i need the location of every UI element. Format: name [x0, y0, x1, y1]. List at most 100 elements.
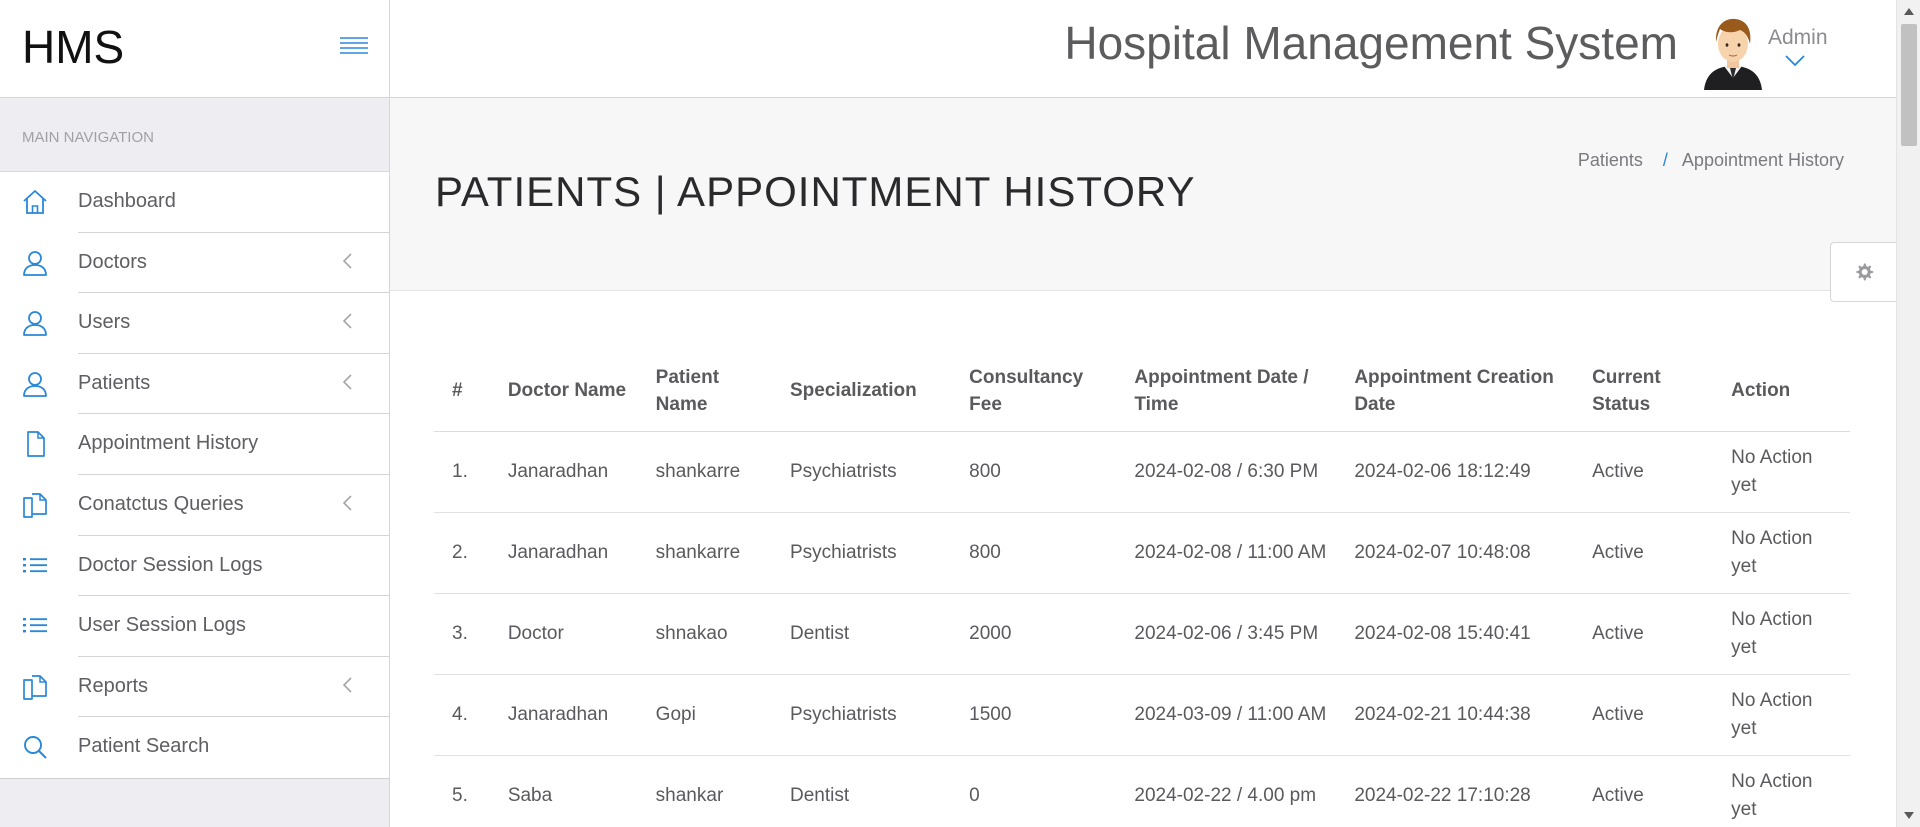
cell-action: No Action yet — [1719, 593, 1850, 675]
cell-row-number: 4. — [434, 674, 496, 756]
sidebar-item-doctors[interactable]: Doctors — [0, 233, 389, 294]
cell-doctor-name: Janaradhan — [495, 512, 644, 594]
table-row: 5. Saba shankar Dentist 0 2024-02-22 / 4.00 p… — [434, 755, 1850, 827]
user-icon — [20, 369, 50, 399]
table-body: 1. Janaradhan shankarre Psychiatrists 800 202… — [434, 431, 1850, 827]
avatar[interactable] — [1700, 14, 1766, 90]
sidebar-item-label: Appointment History — [78, 432, 259, 455]
table-row: 3. Doctor shnakao Dentist 2000 2024-02-06 / 3… — [434, 593, 1850, 675]
sidebar-item-doctor-session-logs[interactable]: Doctor Session Logs — [0, 536, 389, 597]
chevron-left-icon[interactable] — [340, 310, 354, 332]
sidebar-item-label: Dashboard — [78, 190, 176, 212]
sidebar-item-appointment-history[interactable]: Appointment History — [0, 414, 389, 475]
files-icon — [20, 672, 50, 702]
cell-action: No Action yet — [1719, 755, 1850, 827]
sidebar-item-user-session-logs[interactable]: User Session Logs — [0, 596, 389, 657]
files-icon — [20, 490, 50, 520]
list-icon — [20, 611, 50, 641]
user-name[interactable]: Admin — [1768, 26, 1828, 50]
cell-specialization: Psychiatrists — [778, 512, 958, 594]
cell-appointment-creation-date: 2024-02-21 10:44:38 — [1342, 674, 1581, 756]
breadcrumb-patients-link[interactable]: Patients — [1578, 150, 1643, 170]
user-icon — [20, 308, 50, 338]
column-header-doctor-name: Doctor Name — [495, 347, 644, 432]
cell-appointment-date-time: 2024-02-08 / 11:00 AM — [1122, 512, 1343, 594]
cell-action: No Action yet — [1719, 431, 1850, 513]
chevron-left-icon[interactable] — [340, 674, 354, 696]
page-title: PATIENTS | APPOINTMENT HISTORY — [435, 168, 1196, 215]
column-header-current-status: Current Status — [1580, 347, 1720, 432]
cell-consultancy-fee: 800 — [957, 431, 1123, 513]
brand-logo[interactable]: HMS — [22, 20, 124, 74]
cell-action: No Action yet — [1719, 674, 1850, 756]
sidebar: HMS MAIN NAVIGATION Dashboard Doctors User… — [0, 0, 390, 827]
sidebar-item-label: User Session Logs — [78, 614, 246, 637]
scroll-up-arrow-icon[interactable] — [1904, 8, 1914, 15]
table-row: 4. Janaradhan Gopi Psychiatrists 1500 2024-03… — [434, 674, 1850, 756]
column-header-row-number: # — [434, 347, 496, 432]
vertical-scrollbar[interactable] — [1896, 0, 1920, 827]
column-header-appointment-date-time: Appointment Date / Time — [1122, 347, 1343, 432]
cell-row-number: 1. — [434, 431, 496, 513]
cell-appointment-date-time: 2024-03-09 / 11:00 AM — [1122, 674, 1343, 756]
table-row: 1. Janaradhan shankarre Psychiatrists 800 202… — [434, 431, 1850, 513]
cell-current-status: Active — [1580, 431, 1720, 513]
nav-caption: MAIN NAVIGATION — [0, 98, 389, 172]
breadcrumb-current: Appointment History — [1681, 150, 1844, 170]
column-header-appointment-creation-date: Appointment Creation Date — [1342, 347, 1581, 432]
cell-consultancy-fee: 0 — [957, 755, 1123, 827]
chevron-left-icon[interactable] — [340, 492, 354, 514]
cell-row-number: 5. — [434, 755, 496, 827]
breadcrumb-separator: / — [1662, 150, 1668, 170]
column-header-specialization: Specialization — [778, 347, 958, 432]
sidebar-item-label: Users — [78, 311, 131, 334]
cell-current-status: Active — [1580, 512, 1720, 594]
sidebar-item-label: Conatctus Queries — [78, 492, 244, 515]
cell-doctor-name: Janaradhan — [495, 431, 644, 513]
sidebar-item-reports[interactable]: Reports — [0, 657, 389, 718]
sidebar-item-label: Patient Search — [78, 735, 210, 758]
brand-bar: HMS — [0, 0, 389, 98]
cell-current-status: Active — [1580, 674, 1720, 756]
search-icon — [20, 732, 50, 762]
main-navigation: Dashboard Doctors Users Patients Appointment… — [0, 172, 389, 779]
cell-appointment-date-time: 2024-02-06 / 3:45 PM — [1122, 593, 1343, 675]
gear-icon — [1856, 263, 1874, 281]
cell-appointment-date-time: 2024-02-08 / 6:30 PM — [1122, 431, 1343, 513]
sidebar-item-patients[interactable]: Patients — [0, 354, 389, 415]
cell-row-number: 2. — [434, 512, 496, 594]
sidebar-item-label: Doctors — [78, 250, 147, 273]
scroll-down-arrow-icon[interactable] — [1904, 812, 1914, 819]
user-icon — [20, 248, 50, 278]
chevron-left-icon[interactable] — [340, 371, 354, 393]
cell-specialization: Dentist — [778, 755, 958, 827]
cell-current-status: Active — [1580, 593, 1720, 675]
scrollbar-thumb[interactable] — [1901, 24, 1917, 146]
cell-consultancy-fee: 2000 — [957, 593, 1123, 675]
settings-button[interactable] — [1830, 242, 1896, 302]
cell-doctor-name: Janaradhan — [495, 674, 644, 756]
table-row: 2. Janaradhan shankarre Psychiatrists 800 202… — [434, 512, 1850, 594]
sidebar-item-patient-search[interactable]: Patient Search — [0, 717, 389, 778]
cell-appointment-date-time: 2024-02-22 / 4.00 pm — [1122, 755, 1343, 827]
appointment-history-table-container: # Doctor Name Patient Name Specialization Co… — [434, 347, 1850, 827]
sidebar-item-conatctus-queries[interactable]: Conatctus Queries — [0, 475, 389, 536]
cell-consultancy-fee: 1500 — [957, 674, 1123, 756]
cell-specialization: Dentist — [778, 593, 958, 675]
cell-specialization: Psychiatrists — [778, 431, 958, 513]
sidebar-item-users[interactable]: Users — [0, 293, 389, 354]
file-icon — [20, 429, 50, 459]
cell-action: No Action yet — [1719, 512, 1850, 594]
cell-row-number: 3. — [434, 593, 496, 675]
cell-doctor-name: Saba — [495, 755, 644, 827]
cell-patient-name: shankarre — [643, 431, 778, 513]
chevron-left-icon[interactable] — [340, 250, 354, 272]
column-header-consultancy-fee: Consultancy Fee — [957, 347, 1123, 432]
hamburger-menu-icon[interactable] — [336, 32, 372, 60]
cell-specialization: Psychiatrists — [778, 674, 958, 756]
page-header: PATIENTS | APPOINTMENT HISTORY Patients /… — [390, 98, 1896, 291]
cell-appointment-creation-date: 2024-02-07 10:48:08 — [1342, 512, 1581, 594]
cell-appointment-creation-date: 2024-02-22 17:10:28 — [1342, 755, 1581, 827]
sidebar-item-dashboard[interactable]: Dashboard — [0, 172, 389, 233]
chevron-down-icon[interactable] — [1784, 52, 1806, 68]
